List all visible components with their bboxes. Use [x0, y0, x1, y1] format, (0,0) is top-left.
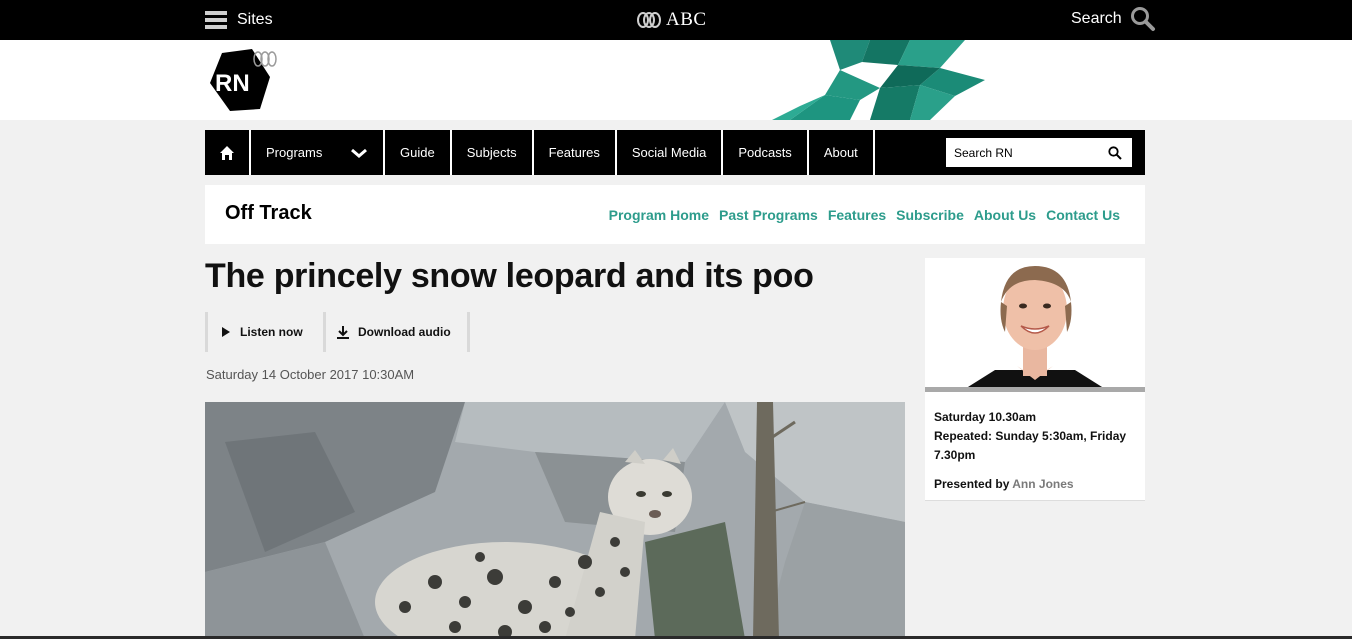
nav-about-label: About	[823, 145, 858, 160]
nav-social-media-label: Social Media	[631, 145, 707, 160]
past-programs-link[interactable]: Past Programs	[719, 207, 818, 223]
sites-menu-button[interactable]: Sites	[205, 10, 273, 30]
nav-podcasts[interactable]: Podcasts	[723, 130, 809, 175]
download-audio-button[interactable]: Download audio	[323, 312, 470, 352]
program-features-link[interactable]: Features	[828, 207, 886, 223]
download-icon	[337, 325, 349, 339]
nav-features[interactable]: Features	[534, 130, 617, 175]
presenter-name-link[interactable]: Ann Jones	[1012, 477, 1073, 491]
program-home-link[interactable]: Program Home	[609, 207, 709, 223]
global-search-button[interactable]: Search	[1071, 6, 1156, 32]
download-audio-label: Download audio	[358, 325, 451, 339]
global-search-label: Search	[1071, 10, 1122, 27]
nav-features-label: Features	[548, 145, 600, 160]
presented-by-label: Presented by	[934, 477, 1010, 491]
nav-programs-dropdown[interactable]: Programs	[251, 130, 385, 175]
search-icon[interactable]	[1108, 145, 1122, 160]
presenter-card: Saturday 10.30am Repeated: Sunday 5:30am…	[925, 258, 1145, 501]
rn-main-nav: Programs Guide Subjects Features Social …	[205, 130, 1145, 175]
program-header: Off Track Program Home Past Programs Fea…	[205, 185, 1145, 244]
article-title: The princely snow leopard and its poo	[205, 257, 814, 295]
subscribe-link[interactable]: Subscribe	[896, 207, 964, 223]
hamburger-icon	[205, 11, 227, 29]
contact-us-link[interactable]: Contact Us	[1046, 207, 1120, 223]
nav-about[interactable]: About	[809, 130, 875, 175]
nav-social-media[interactable]: Social Media	[617, 130, 724, 175]
sites-label: Sites	[237, 11, 273, 28]
listen-now-label: Listen now	[240, 325, 303, 339]
search-rn-input[interactable]: Search RN	[946, 138, 1132, 167]
home-icon	[220, 145, 234, 160]
article-date: Saturday 14 October 2017 10:30AM	[206, 367, 415, 382]
masthead: RN	[0, 40, 1352, 120]
nav-guide-label: Guide	[400, 145, 435, 160]
nav-podcasts-label: Podcasts	[738, 145, 792, 160]
geometric-art-graphic	[772, 40, 985, 120]
rn-logo[interactable]: RN	[208, 47, 284, 118]
magnifier-icon	[1130, 7, 1155, 31]
chevron-down-icon	[351, 148, 367, 158]
program-links: Program Home Past Programs Features Subs…	[609, 207, 1120, 223]
snow-leopard-image	[205, 402, 905, 639]
play-icon	[222, 327, 230, 337]
nav-subjects-label: Subjects	[466, 145, 517, 160]
program-title[interactable]: Off Track	[225, 202, 312, 225]
presented-by: Presented by Ann Jones	[934, 475, 1138, 494]
nav-guide[interactable]: Guide	[385, 130, 452, 175]
search-rn-placeholder: Search RN	[954, 145, 1013, 160]
repeat-schedule: Repeated: Sunday 5:30am, Friday 7.30pm	[934, 429, 1127, 462]
nav-home-button[interactable]	[205, 130, 251, 175]
abc-logo[interactable]: ABC	[636, 9, 707, 31]
abc-brand-text: ABC	[666, 9, 707, 30]
program-schedule: Saturday 10.30am Repeated: Sunday 5:30am…	[934, 408, 1138, 494]
listen-now-button[interactable]: Listen now	[205, 312, 323, 352]
global-bar: Sites ABC Search	[0, 0, 1352, 40]
abc-lissajous-icon	[637, 12, 661, 28]
presenter-photo	[925, 258, 1145, 392]
about-us-link[interactable]: About Us	[974, 207, 1036, 223]
nav-subjects[interactable]: Subjects	[452, 130, 534, 175]
nav-programs-label: Programs	[266, 145, 323, 160]
rn-logo-text: RN	[215, 70, 250, 97]
schedule-time: Saturday 10.30am	[934, 410, 1037, 424]
